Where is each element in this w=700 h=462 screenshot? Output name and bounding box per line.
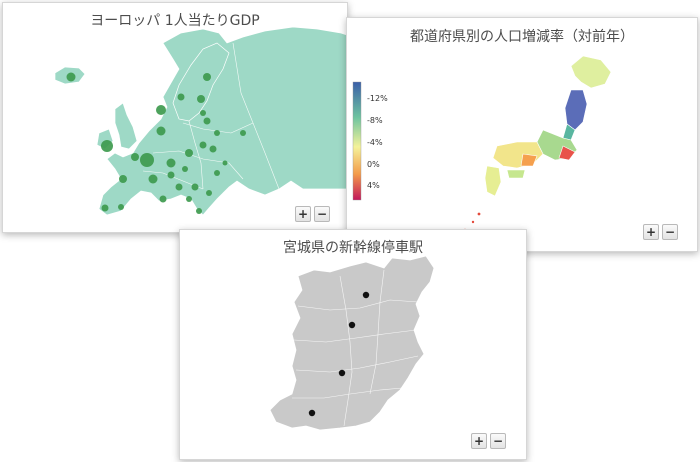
legend-label: -8%: [367, 116, 383, 125]
europe-zoom-controls: + −: [295, 206, 330, 222]
legend-label: 0%: [367, 160, 380, 169]
gdp-marker[interactable]: [196, 208, 202, 214]
gdp-marker[interactable]: [185, 149, 193, 157]
station-marker[interactable]: [362, 291, 370, 299]
legend-label: 4%: [367, 181, 380, 190]
gdp-marker[interactable]: [197, 95, 205, 103]
miyagi-prefecture-shape: [269, 255, 435, 431]
zoom-in-button[interactable]: +: [471, 433, 487, 449]
kyushu-shape: [484, 165, 502, 197]
hokkaido-shape: [570, 55, 612, 89]
japan-map-card: 都道府県別の人口増減率（対前年） -12% -8% -4% 0% 4% + −: [346, 17, 698, 252]
gdp-marker[interactable]: [119, 175, 127, 183]
miyagi-map[interactable]: [180, 230, 526, 459]
japan-map[interactable]: [347, 18, 697, 251]
zoom-out-button[interactable]: −: [314, 206, 330, 222]
gdp-marker[interactable]: [101, 204, 109, 212]
gdp-marker[interactable]: [206, 190, 212, 196]
gdp-marker[interactable]: [156, 126, 166, 136]
gdp-marker[interactable]: [166, 158, 176, 168]
shikoku-shape: [506, 169, 526, 179]
britain-shape: [114, 102, 138, 150]
legend-label: -12%: [367, 94, 388, 103]
gdp-marker[interactable]: [66, 72, 76, 82]
legend-color-bar: [352, 81, 362, 201]
legend-label: -4%: [367, 138, 383, 147]
gdp-marker[interactable]: [159, 195, 167, 203]
gdp-marker[interactable]: [209, 145, 217, 153]
gdp-marker[interactable]: [118, 204, 124, 210]
zoom-out-button[interactable]: −: [662, 224, 678, 240]
station-marker[interactable]: [348, 321, 356, 329]
gdp-marker[interactable]: [200, 110, 206, 116]
gdp-marker[interactable]: [214, 130, 220, 136]
zoom-in-button[interactable]: +: [295, 206, 311, 222]
gdp-marker[interactable]: [131, 153, 139, 161]
station-marker[interactable]: [308, 409, 316, 417]
zoom-out-button[interactable]: −: [490, 433, 506, 449]
miyagi-zoom-controls: + −: [471, 433, 506, 449]
honshu-west-shape: [492, 141, 544, 169]
gdp-marker[interactable]: [199, 141, 207, 149]
gdp-marker[interactable]: [177, 93, 185, 101]
gdp-marker[interactable]: [203, 117, 211, 125]
gdp-marker[interactable]: [182, 166, 188, 172]
europe-map[interactable]: [3, 3, 347, 232]
gdp-marker[interactable]: [140, 153, 154, 167]
gdp-marker[interactable]: [191, 183, 199, 191]
station-marker[interactable]: [338, 369, 346, 377]
gdp-marker[interactable]: [156, 105, 166, 115]
gdp-marker[interactable]: [222, 160, 228, 166]
gdp-marker[interactable]: [240, 130, 246, 136]
gdp-marker[interactable]: [214, 170, 220, 176]
gdp-marker[interactable]: [101, 140, 113, 152]
gdp-marker[interactable]: [148, 174, 158, 184]
zoom-in-button[interactable]: +: [643, 224, 659, 240]
miyagi-map-card: 宮城県の新幹線停車駅 + −: [179, 229, 527, 460]
gdp-marker[interactable]: [167, 171, 175, 179]
gdp-marker[interactable]: [175, 183, 183, 191]
gdp-marker[interactable]: [186, 196, 192, 202]
europe-map-card: ヨーロッパ 1人当たりGDP + −: [2, 2, 348, 233]
tohoku-shape: [564, 89, 588, 131]
japan-zoom-controls: + −: [643, 224, 678, 240]
gdp-marker[interactable]: [203, 73, 211, 81]
